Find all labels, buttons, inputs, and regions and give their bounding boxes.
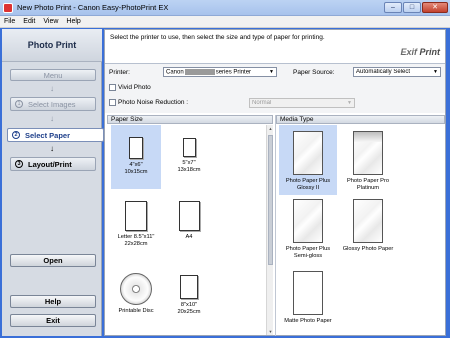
close-button[interactable]: ✕ <box>422 2 448 13</box>
checkbox-box <box>109 99 116 106</box>
step-select-images[interactable]: 1 Select Images <box>10 97 96 111</box>
step-label: Layout/Print <box>28 159 72 169</box>
paper-size-label: A4 <box>185 234 193 240</box>
paper-source-select[interactable]: Automatically Select ▼ <box>353 67 441 77</box>
media-matte-photo-paper[interactable]: Matte Photo Paper <box>279 269 337 335</box>
disc-icon <box>120 273 152 305</box>
window-title: New Photo Print - Canon Easy-PhotoPrint … <box>17 3 169 12</box>
step-number: 1 <box>15 100 23 108</box>
paper-icon <box>353 131 383 175</box>
step-label: Select Images <box>28 99 76 109</box>
exit-button[interactable]: Exit <box>10 314 96 327</box>
paper-icon <box>180 275 198 299</box>
paper-size-label: Printable Disc <box>118 308 154 314</box>
paper-icon <box>353 199 383 243</box>
instruction-text: Select the printer to use, then select t… <box>110 34 325 41</box>
menu-view[interactable]: View <box>43 18 58 25</box>
step-label: Select Paper <box>25 130 71 140</box>
scroll-down-icon[interactable]: ▼ <box>267 328 274 335</box>
vivid-photo-checkbox[interactable]: Vivid Photo <box>109 84 151 91</box>
exif-print-logo: Exif Print <box>400 47 440 57</box>
paper-size-label: Letter 8.5"x11" 22x28cm <box>117 234 155 247</box>
media-type-label: Glossy Photo Paper <box>342 246 394 252</box>
paper-size-a4[interactable]: A4 <box>164 193 214 261</box>
paper-size-header: Paper Size <box>107 115 273 124</box>
menu-help[interactable]: Help <box>66 18 80 25</box>
paper-size-list[interactable]: 4"x6" 10x15cm 5"x7" 13x18cm Letter 8.5"x… <box>108 125 266 335</box>
paper-icon <box>125 201 147 231</box>
paper-size-label: 4"x6" 10x15cm <box>124 162 148 175</box>
paper-size-printable-disc[interactable]: Printable Disc <box>111 267 161 333</box>
menu-button[interactable]: Menu <box>10 69 96 81</box>
step-layout-print[interactable]: 3 Layout/Print <box>10 157 96 171</box>
window-controls: ‒ □ ✕ <box>384 2 448 13</box>
media-type-list[interactable]: Photo Paper Plus Glossy II Photo Paper P… <box>277 125 445 335</box>
step-number: 3 <box>15 160 23 168</box>
paper-icon <box>178 201 200 231</box>
media-type-header: Media Type <box>276 115 445 124</box>
checkbox-label: Photo Noise Reduction : <box>118 99 189 106</box>
menu-file[interactable]: File <box>4 18 15 25</box>
checkbox-box <box>109 84 116 91</box>
chevron-down-icon: ▼ <box>433 69 438 75</box>
printer-value: Canon series Printer <box>166 68 252 76</box>
noise-level-value: Normal <box>252 100 272 106</box>
paper-size-scrollbar[interactable]: ▲ ▼ <box>266 125 273 335</box>
paper-size-letter[interactable]: Letter 8.5"x11" 22x28cm <box>111 193 161 261</box>
media-photo-paper-pro-platinum[interactable]: Photo Paper Pro Platinum <box>339 125 397 195</box>
media-type-label: Matte Photo Paper <box>284 318 332 324</box>
main-area: Select the printer to use, then select t… <box>104 29 446 336</box>
minimize-button[interactable]: ‒ <box>384 2 402 13</box>
noise-reduction-checkbox[interactable]: Photo Noise Reduction : <box>109 99 188 106</box>
printer-label: Printer: <box>109 69 130 76</box>
paper-source-label: Paper Source: <box>293 69 335 76</box>
paper-source-value: Automatically Select <box>356 69 411 75</box>
paper-size-5x7[interactable]: 5"x7" 13x18cm <box>164 125 214 189</box>
app-icon <box>3 3 13 13</box>
menu-edit[interactable]: Edit <box>23 18 35 25</box>
chevron-down-icon: ▼ <box>347 100 352 106</box>
arrow-down-icon: ↓ <box>50 84 54 93</box>
paper-icon <box>293 271 323 315</box>
media-glossy-photo-paper[interactable]: Glossy Photo Paper <box>339 197 397 267</box>
step-select-paper[interactable]: 2 Select Paper <box>7 128 104 142</box>
paper-size-label: 8"x10" 20x25cm <box>177 302 201 315</box>
divider <box>275 115 276 336</box>
media-photo-paper-plus-glossy-ii[interactable]: Photo Paper Plus Glossy II <box>279 125 337 195</box>
media-photo-paper-plus-semi-gloss[interactable]: Photo Paper Plus Semi-gloss <box>279 197 337 267</box>
help-button[interactable]: Help <box>10 295 96 308</box>
panel-title: Photo Print <box>2 29 102 62</box>
paper-icon <box>293 131 323 175</box>
paper-icon <box>293 199 323 243</box>
paper-icon <box>182 138 196 157</box>
paper-size-label: 5"x7" 13x18cm <box>177 160 201 173</box>
noise-level-select[interactable]: Normal ▼ <box>249 98 355 108</box>
arrow-down-icon: ↓ <box>50 144 54 153</box>
printer-select[interactable]: Canon series Printer ▼ <box>163 67 277 77</box>
paper-size-8x10[interactable]: 8"x10" 20x25cm <box>164 267 214 333</box>
printer-settings: Printer: Canon series Printer ▼ Paper Sou… <box>105 64 445 113</box>
scroll-up-icon[interactable]: ▲ <box>267 125 274 132</box>
redacted-model <box>184 68 215 75</box>
title-bar: New Photo Print - Canon Easy-PhotoPrint … <box>0 0 450 16</box>
chevron-down-icon: ▼ <box>269 69 274 75</box>
arrow-down-icon: ↓ <box>50 114 54 123</box>
scroll-thumb[interactable] <box>268 135 273 265</box>
paper-size-4x6[interactable]: 4"x6" 10x15cm <box>111 125 161 189</box>
menu-bar: File Edit View Help <box>0 16 450 28</box>
open-button[interactable]: Open <box>10 254 96 267</box>
media-type-label: Photo Paper Plus Semi-gloss <box>285 246 331 259</box>
media-type-label: Photo Paper Plus Glossy II <box>285 178 331 191</box>
step-number: 2 <box>12 131 20 139</box>
media-type-label: Photo Paper Pro Platinum <box>346 178 390 191</box>
paper-icon <box>129 137 143 159</box>
maximize-button[interactable]: □ <box>403 2 421 13</box>
checkbox-label: Vivid Photo <box>118 84 151 91</box>
left-panel: Photo Print Menu ↓ 1 Select Images ↓ 2 S… <box>2 29 104 336</box>
